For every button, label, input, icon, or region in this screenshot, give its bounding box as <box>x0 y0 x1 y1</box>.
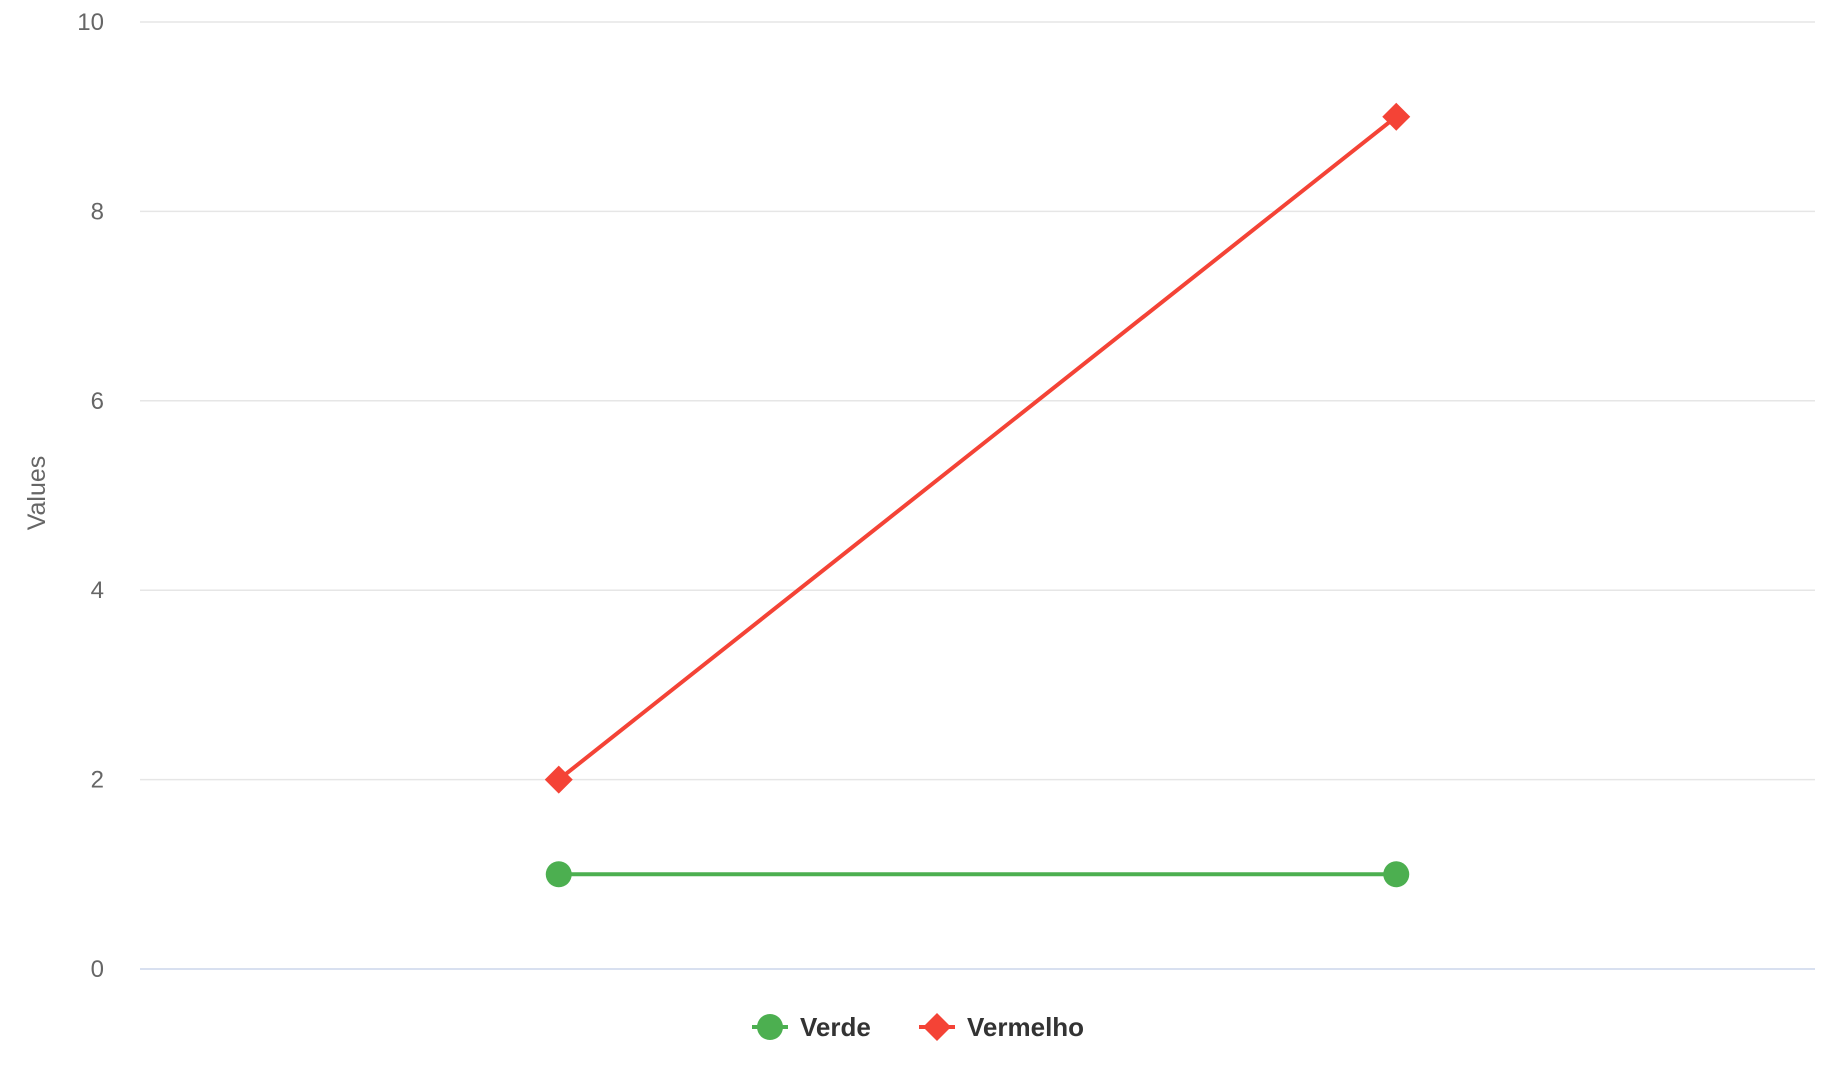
y-tick-label: 6 <box>91 388 104 415</box>
legend-diamond-marker-icon <box>923 1013 951 1041</box>
legend-item-vermelho[interactable]: Vermelho <box>919 1012 1084 1042</box>
y-tick-label: 4 <box>91 577 104 604</box>
series-markers <box>544 102 1411 888</box>
chart-container: 0 2 4 6 8 10 Values Verde Vermelho <box>0 0 1830 1080</box>
legend-label: Vermelho <box>967 1012 1084 1042</box>
legend-circle-marker-icon <box>757 1014 783 1040</box>
line-chart: 0 2 4 6 8 10 Values Verde Vermelho <box>23 9 1815 1042</box>
y-tick-label: 0 <box>91 956 104 983</box>
series-lines <box>556 114 1399 877</box>
legend[interactable]: Verde Vermelho <box>752 1012 1084 1042</box>
data-point-verde-0[interactable] <box>545 861 572 888</box>
y-tick-label: 2 <box>91 767 104 794</box>
gridlines <box>140 21 1815 970</box>
data-point-verde-1[interactable] <box>1383 861 1410 888</box>
y-axis-title: Values <box>23 456 51 531</box>
legend-label: Verde <box>800 1012 871 1042</box>
legend-item-verde[interactable]: Verde <box>752 1012 871 1042</box>
series-line-vermelho <box>556 114 1399 782</box>
y-axis-tick-labels: 0 2 4 6 8 10 <box>77 9 104 983</box>
y-tick-label: 10 <box>77 9 104 36</box>
y-tick-label: 8 <box>91 198 104 225</box>
